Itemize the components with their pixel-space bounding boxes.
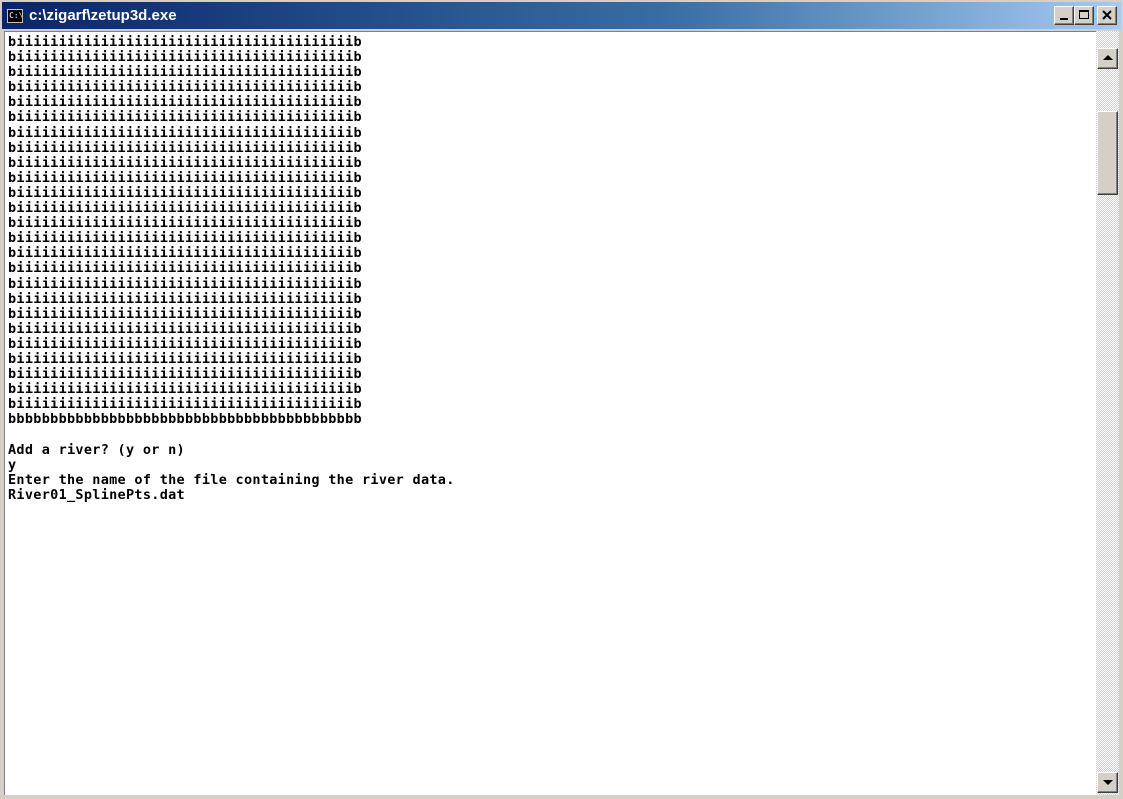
down-arrow-icon <box>1103 780 1113 785</box>
close-button[interactable] <box>1097 6 1117 25</box>
console-window: C:\ c:\zigarf\zetup3d.exe biiiiiiiiiiiii… <box>0 0 1123 799</box>
scroll-up-button[interactable] <box>1097 48 1118 69</box>
window-controls <box>1054 6 1117 25</box>
minimize-icon <box>1060 18 1068 20</box>
vertical-scrollbar[interactable] <box>1096 31 1119 795</box>
up-arrow-icon <box>1103 55 1113 60</box>
maximize-icon <box>1079 10 1089 19</box>
title-bar[interactable]: C:\ c:\zigarf\zetup3d.exe <box>2 2 1121 29</box>
scroll-down-button[interactable] <box>1097 772 1118 793</box>
maximize-button[interactable] <box>1074 6 1094 25</box>
scrollbar-thumb[interactable] <box>1097 111 1118 195</box>
window-title: c:\zigarf\zetup3d.exe <box>29 7 177 24</box>
console-output-area[interactable]: biiiiiiiiiiiiiiiiiiiiiiiiiiiiiiiiiiiiiii… <box>4 31 1096 795</box>
minimize-button[interactable] <box>1054 6 1074 25</box>
console-output-text: biiiiiiiiiiiiiiiiiiiiiiiiiiiiiiiiiiiiiii… <box>8 34 455 503</box>
console-app-icon[interactable]: C:\ <box>7 8 23 23</box>
close-icon <box>1102 10 1112 20</box>
